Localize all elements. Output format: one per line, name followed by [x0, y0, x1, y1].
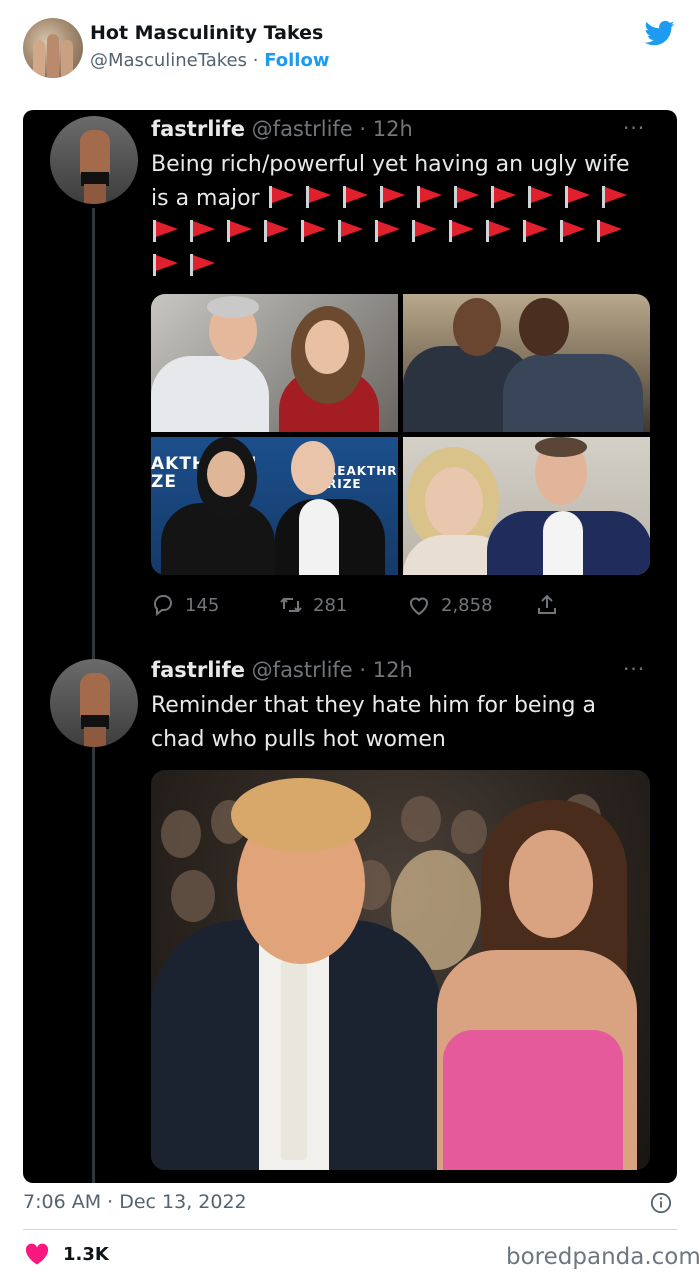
photo-couple-1[interactable] [151, 294, 398, 432]
red-flag-icon [341, 186, 371, 208]
red-flag-icon [373, 220, 403, 242]
tweet-author-name[interactable]: fastrlife [151, 658, 245, 682]
account-avatar[interactable] [23, 18, 83, 78]
thread-avatar[interactable] [50, 116, 138, 204]
twitter-bird-icon[interactable] [643, 18, 677, 48]
photo-sign-right: REAKTHROU RIZE [327, 464, 398, 491]
red-flag-icon [526, 186, 556, 208]
red-flag-icon [304, 186, 334, 208]
red-flag-icon [489, 186, 519, 208]
retweet-button[interactable]: 281 [279, 593, 347, 617]
tweet-action-bar: 145 281 2,858 [151, 593, 571, 623]
red-flag-icon [415, 186, 445, 208]
share-button[interactable] [535, 593, 559, 617]
tweet-text: Reminder that they hate him for being a … [151, 693, 596, 752]
tweet-author-row: fastrlife @fastrlife · 12h [151, 658, 413, 682]
red-flag-icon [151, 220, 181, 242]
red-flag-icon [378, 186, 408, 208]
follow-button[interactable]: Follow [264, 50, 329, 71]
red-flag-icon [410, 220, 440, 242]
thread-avatar[interactable] [50, 659, 138, 747]
more-options-icon[interactable]: ··· [623, 657, 645, 681]
photo-couple-2[interactable] [403, 294, 650, 432]
separator: · [247, 50, 265, 71]
like-row[interactable]: 1.3K [25, 1243, 109, 1265]
more-options-icon[interactable]: ··· [623, 116, 645, 140]
share-icon [538, 594, 556, 614]
red-flag-icon [188, 220, 218, 242]
red-flag-icon [336, 220, 366, 242]
red-flag-icon [558, 220, 588, 242]
photo-couple-4[interactable] [403, 437, 650, 575]
tweet-author-handle: @fastrlife [251, 658, 353, 682]
tweet-timestamp[interactable]: 7:06 AM · Dec 13, 2022 [23, 1191, 247, 1213]
tweet-time: 12h [372, 117, 413, 141]
like-count-embedded: 2,858 [441, 594, 493, 616]
heart-icon[interactable] [25, 1243, 49, 1265]
account-handle[interactable]: @MasculineTakes [90, 50, 247, 71]
red-flag-icon [563, 186, 593, 208]
source-credit: boredpanda.com [506, 1244, 700, 1270]
handle-row: @MasculineTakes · Follow [90, 50, 329, 71]
red-flag-icon [452, 186, 482, 208]
tweet-photo[interactable] [151, 770, 650, 1170]
tweet-author-name[interactable]: fastrlife [151, 117, 245, 141]
red-flag-icon [595, 220, 625, 242]
reply-button[interactable]: 145 [151, 593, 219, 617]
tweet-author-row: fastrlife @fastrlife · 12h [151, 117, 413, 141]
red-flag-icon [447, 220, 477, 242]
reply-icon [154, 595, 172, 617]
like-count: 1.3K [63, 1243, 109, 1265]
account-display-name[interactable]: Hot Masculinity Takes [90, 22, 323, 44]
red-flag-icon [484, 220, 514, 242]
divider [23, 1229, 677, 1230]
tweet-text: Being rich/powerful yet having an ugly w… [151, 148, 651, 284]
red-flag-icon [600, 186, 630, 208]
red-flag-icon [151, 254, 181, 276]
red-flag-icon [262, 220, 292, 242]
like-button[interactable]: 2,858 [407, 593, 493, 617]
photo-couple-3[interactable]: AKTHI H ZE REAKTHROU RIZE [151, 437, 398, 575]
embedded-thread-screenshot: fastrlife @fastrlife · 12h ··· Being ric… [23, 110, 677, 1183]
tweet-time: 12h [372, 658, 413, 682]
reply-count: 145 [185, 594, 220, 616]
red-flag-icon [521, 220, 551, 242]
red-flag-icon [188, 254, 218, 276]
heart-outline-icon [409, 597, 429, 616]
red-flag-icon [267, 186, 297, 208]
info-icon[interactable] [650, 1192, 672, 1214]
red-flag-icon [225, 220, 255, 242]
tweet-author-handle: @fastrlife [251, 117, 353, 141]
retweet-icon [280, 597, 302, 613]
red-flag-icon [299, 220, 329, 242]
tweet-photo-grid[interactable]: AKTHI H ZE REAKTHROU RIZE [151, 294, 650, 575]
retweet-count: 281 [313, 594, 348, 616]
